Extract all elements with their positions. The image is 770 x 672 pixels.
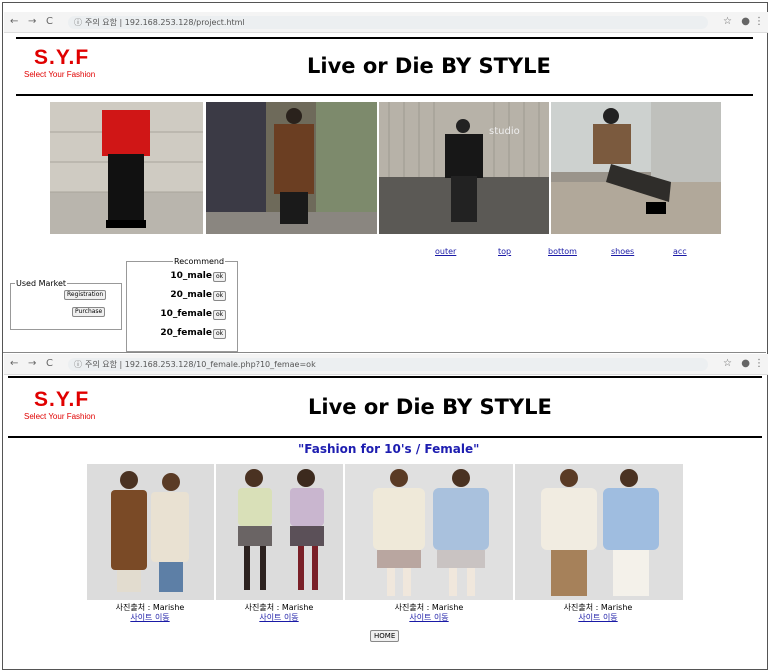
outfit-photo-3: studio [379,102,549,234]
menu-link-shoes[interactable]: shoes [611,247,634,256]
menu-link-top[interactable]: top [498,247,511,256]
reload-icon[interactable]: C [46,358,53,369]
address-bar-2: ← → C ⓘ 주의 요함 | 192.168.253.128/10_female… [4,354,768,375]
account-icon[interactable]: ● [741,358,750,369]
menu-link-outer[interactable]: outer [435,247,456,256]
outfit-photo-2 [206,102,377,234]
url-text: 192.168.253.128/project.html [124,18,245,27]
top-rule-2 [8,376,762,378]
url-field[interactable]: ⓘ 주의 요함 | 192.168.253.128/project.html [68,16,708,29]
logo-2[interactable]: S.Y.F Select Your Fashion [24,388,95,421]
menu-dots-icon[interactable]: ⋮ [754,16,764,27]
info-icon: ⓘ [74,360,82,369]
female-outfit-photo-3 [345,464,513,600]
menu-dots-icon[interactable]: ⋮ [754,358,764,369]
female-outfit-photo-1 [87,464,214,600]
address-bar: ← → C ⓘ 주의 요함 | 192.168.253.128/project.h… [4,12,768,33]
ok-button-10-male[interactable]: ok [213,272,227,282]
ok-button-10-female[interactable]: ok [213,310,227,320]
recommend-label-20-female: 20_female [160,328,212,338]
account-icon[interactable]: ● [741,16,750,27]
menu-link-bottom[interactable]: bottom [548,247,577,256]
url-text-2: 192.168.253.128/10_female.php?10_femae=o… [124,360,316,369]
site-link-1[interactable]: 사이트 이동 [90,612,210,623]
site-link-2[interactable]: 사이트 이동 [219,612,339,623]
url-field-2[interactable]: ⓘ 주의 요함 | 192.168.253.128/10_female.php?1… [68,358,708,371]
outfit-photo-4 [551,102,721,234]
reload-icon[interactable]: C [46,16,53,27]
outfit-photo-1 [50,102,203,234]
site-link-3[interactable]: 사이트 이동 [369,612,489,623]
female-outfit-photo-2 [216,464,343,600]
star-icon[interactable]: ☆ [723,358,732,369]
recommend-legend: Recommend [174,257,225,266]
back-arrow-icon[interactable]: ← [10,16,18,27]
star-icon[interactable]: ☆ [723,16,732,27]
logo-sub-2: Select Your Fashion [24,412,96,421]
menu-link-acc[interactable]: acc [673,247,687,256]
header-rule [16,94,753,96]
page-title: Live or Die BY STYLE [307,54,551,78]
recommend-label-20-male: 20_male [170,290,212,300]
header-rule-2 [8,436,762,438]
forward-arrow-icon[interactable]: → [28,16,36,27]
window-divider [3,352,766,353]
info-icon: ⓘ [74,18,82,27]
back-arrow-icon[interactable]: ← [10,358,18,369]
home-button[interactable]: HOME [370,630,400,642]
ok-button-20-female[interactable]: ok [213,329,227,339]
used-market-legend: Used Market [16,279,67,288]
logo-main: S.Y.F [34,46,90,69]
top-rule [16,37,753,39]
logo-sub: Select Your Fashion [24,70,96,79]
logo[interactable]: S.Y.F Select Your Fashion [24,46,95,79]
section-subtitle: "Fashion for 10's / Female" [298,442,480,456]
purchase-button[interactable]: Purchase [72,307,106,317]
female-outfit-photo-4 [515,464,683,600]
recommend-label-10-female: 10_female [160,309,212,319]
logo-main-2: S.Y.F [34,388,90,411]
recommend-label-10-male: 10_male [170,271,212,281]
forward-arrow-icon[interactable]: → [28,358,36,369]
site-link-4[interactable]: 사이트 이동 [538,612,658,623]
registration-button[interactable]: Registration [64,290,107,300]
svg-text:studio: studio [489,126,520,137]
page-title-2: Live or Die BY STYLE [308,395,552,419]
ok-button-20-male[interactable]: ok [213,291,227,301]
used-market-panel: Used Market [10,279,122,330]
